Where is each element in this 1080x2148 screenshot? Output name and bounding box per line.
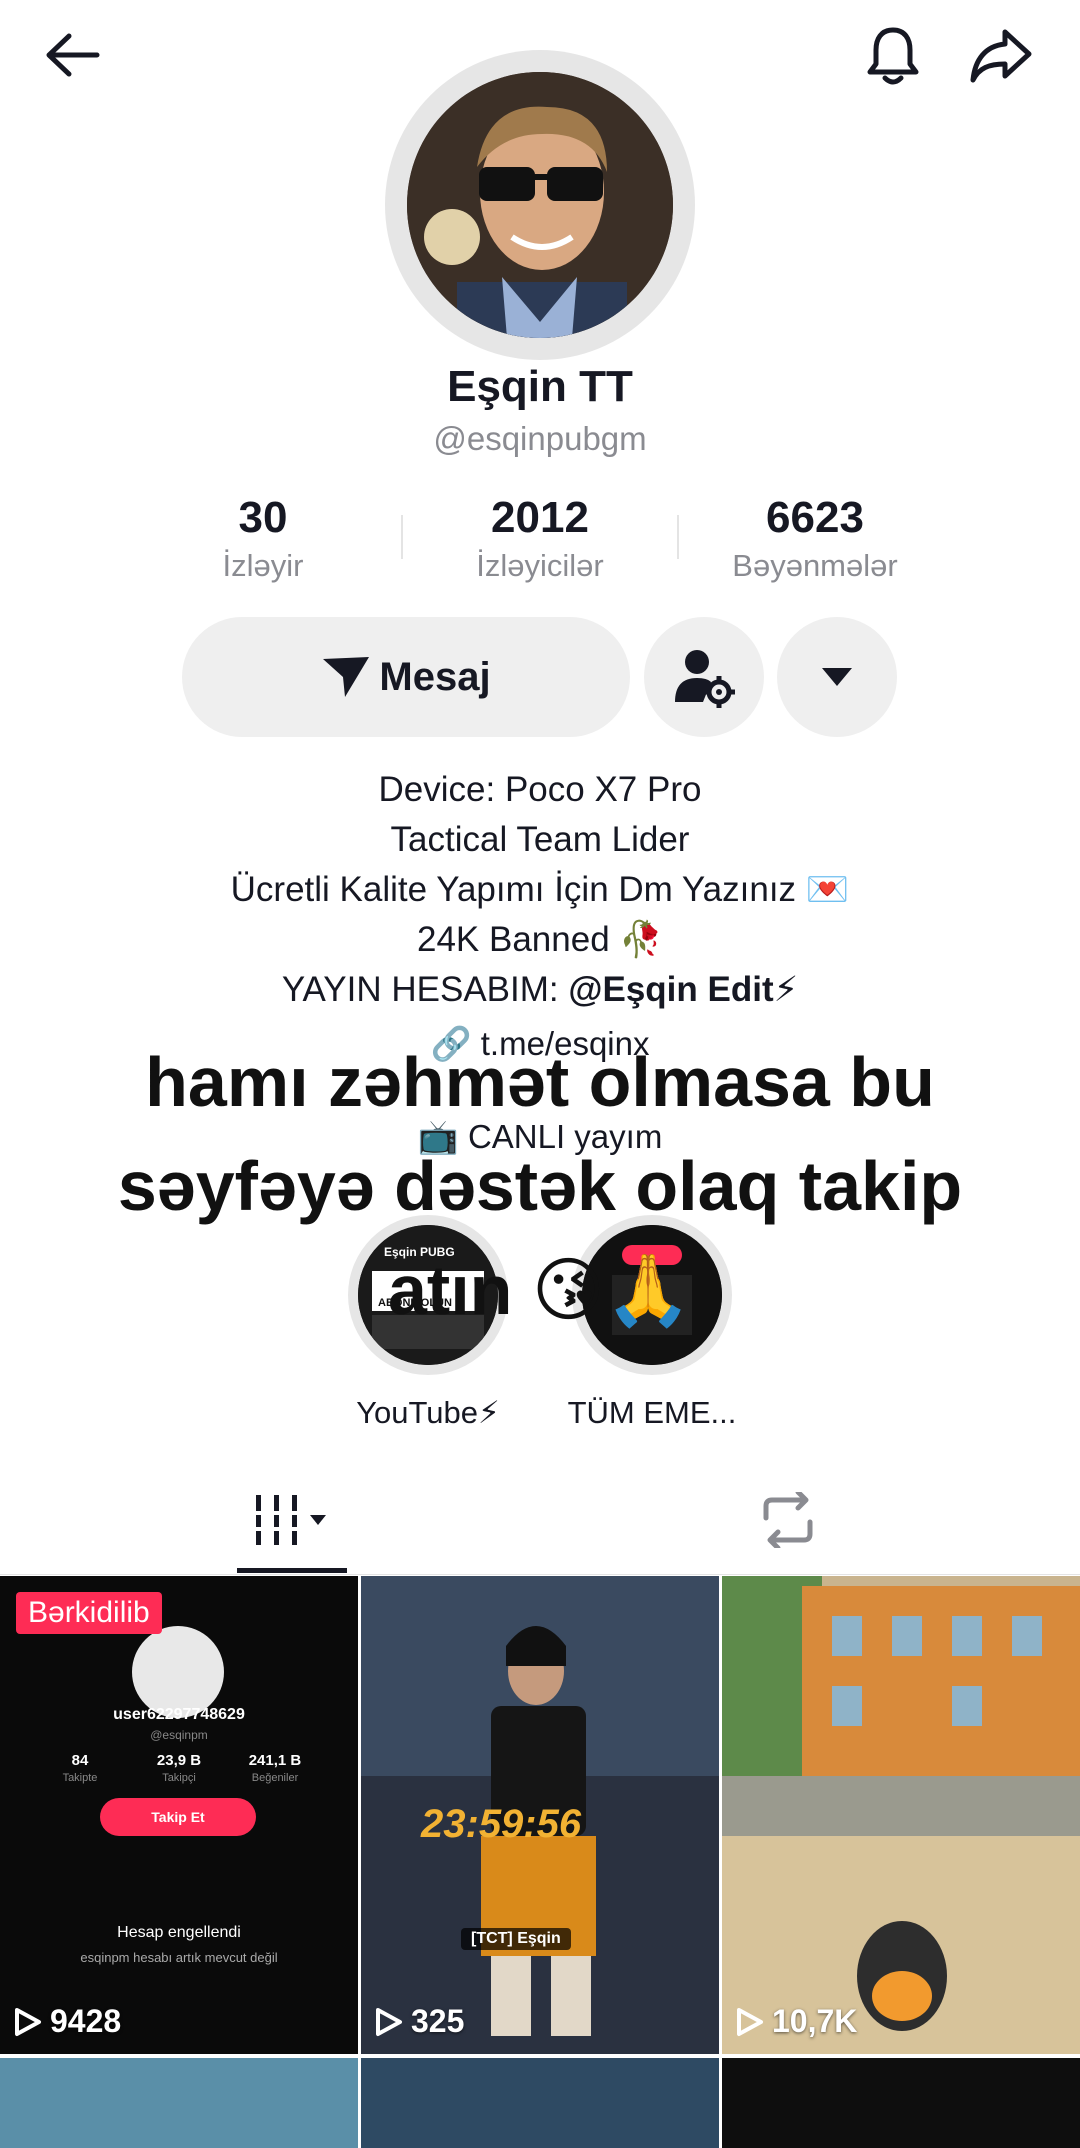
play-icon (737, 2007, 763, 2036)
stat-likes-value: 6623 (766, 493, 864, 542)
video-tile[interactable]: 23:59:56 [TCT] Eşqin 325 (361, 1576, 719, 2054)
video-tile[interactable]: 10,7K (722, 1576, 1080, 2054)
inner-stat-label: Takipçi (162, 1772, 196, 1784)
stat-followers[interactable]: 2012 İzləyicilər (410, 492, 670, 588)
tab-active-indicator (237, 1568, 347, 1573)
play-icon (376, 2007, 402, 2036)
bio-yayin-mention[interactable]: @Eşqin Edit⚡ (568, 970, 798, 1009)
bio-line: Tactical Team Lider (390, 820, 690, 859)
message-button[interactable]: Mesaj (182, 617, 630, 737)
video-views-count: 9428 (50, 2003, 122, 2039)
stat-following-label: İzləyir (222, 548, 304, 583)
play-icon (15, 2007, 41, 2036)
overlay-caption: hamı zəhmət olmasa bu səyfəyə dəstək ola… (117, 1043, 963, 1329)
caret-down-icon (822, 668, 852, 686)
highlight-tum-emek-label: TÜM EME... (567, 1395, 737, 1430)
send-icon (323, 657, 370, 697)
video-tag: [TCT] Eşqin (461, 1928, 571, 1950)
stat-divider (401, 515, 403, 559)
tab-reposts[interactable] (733, 1480, 843, 1560)
inner-handle: @esqinpm (150, 1728, 208, 1742)
video-tile-partial[interactable] (722, 2058, 1080, 2148)
share-button[interactable] (966, 20, 1036, 90)
highlight-youtube-label: YouTube⚡ (356, 1395, 500, 1430)
arrow-left-icon (46, 33, 100, 77)
bio: Device: Poco X7 Pro Tactical Team Lider … (0, 765, 1080, 1015)
avatar[interactable] (407, 72, 673, 338)
repost-icon (763, 1492, 813, 1548)
inner-user: user62297748629 (113, 1706, 245, 1723)
share-arrow-icon (970, 29, 1032, 83)
video-timer: 23:59:56 (421, 1802, 582, 1846)
inner-stat-value: 241,1 B (248, 1752, 302, 1769)
video-tile-partial[interactable] (0, 2058, 358, 2148)
inner-stat-value: 23,9 B (156, 1752, 202, 1769)
video-thumbnail (722, 1576, 1080, 2054)
stat-following-value: 30 (238, 493, 288, 542)
bio-line: 24K Banned 🥀 (417, 920, 663, 959)
profile-handle: @esqinpubgm (433, 420, 647, 457)
video-views-count: 325 (411, 2003, 465, 2039)
message-button-label: Mesaj (379, 654, 491, 699)
more-button[interactable] (777, 617, 897, 737)
video-views-count: 10,7K (772, 2003, 858, 2039)
bio-yayin-prefix: YAYIN HESABIM: (281, 970, 569, 1009)
stat-followers-value: 2012 (491, 493, 589, 542)
bell-icon (867, 27, 919, 85)
video-tile-partial[interactable] (361, 2058, 719, 2148)
video-views: 10,7K (736, 2003, 857, 2040)
stat-likes[interactable]: 6623 Bəyənmələr (685, 492, 945, 588)
divider (0, 1574, 1080, 1575)
back-button[interactable] (36, 20, 106, 90)
bio-line: Ücretli Kalite Yapımı İçin Dm Yazınız 💌 (230, 870, 850, 909)
bio-line-yayin: YAYIN HESABIM: @Eşqin Edit⚡ (0, 965, 1080, 1015)
follow-settings-button[interactable] (644, 617, 764, 737)
stat-followers-label: İzləyicilər (476, 548, 604, 583)
video-tile-pinned[interactable]: user62297748629 @esqinpm 84 Takipte 23,9… (0, 1576, 358, 2054)
inner-stat-label: Beğeniler (251, 1772, 299, 1784)
user-gear-icon (675, 650, 735, 708)
video-views: 325 (375, 2003, 464, 2040)
inner-follow-button: Takip Et (100, 1798, 256, 1836)
stat-divider (677, 515, 679, 559)
tab-videos[interactable] (237, 1480, 347, 1560)
inner-stat-value: 84 (71, 1752, 89, 1769)
video-views: 9428 (14, 2003, 121, 2040)
inner-notice: Hesap engellendi (117, 1924, 241, 1941)
inner-notice-sub: esqinpm hesabı artık mevcut değil (80, 1950, 278, 1965)
stat-likes-label: Bəyənmələr (732, 548, 898, 583)
grid-bars-icon (256, 1495, 326, 1545)
bio-line: Device: Poco X7 Pro (378, 770, 702, 809)
notification-button[interactable] (858, 20, 928, 90)
inner-stat-label: Takipte (62, 1772, 98, 1784)
pinned-badge: Bərkidilib (16, 1592, 162, 1634)
stat-following[interactable]: 30 İzləyir (133, 492, 393, 588)
inner-avatar (132, 1626, 224, 1718)
profile-name: Eşqin TT (447, 362, 633, 411)
